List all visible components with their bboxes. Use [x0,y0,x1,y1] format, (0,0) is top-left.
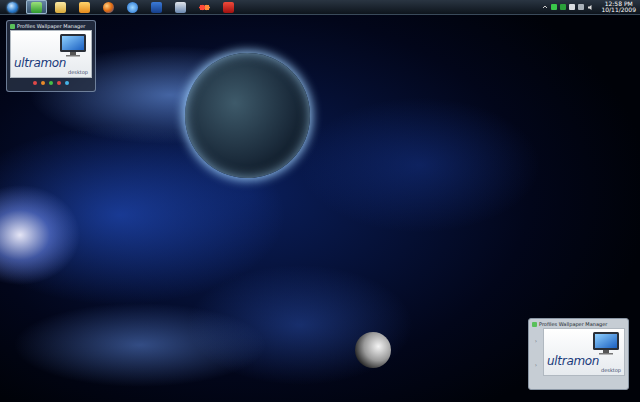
logo-sub: desktop [68,69,88,75]
network-icon[interactable] [551,4,557,10]
monitor-icon [58,33,88,57]
nav-arrow[interactable]: › [535,337,537,344]
clock[interactable]: 12:58 PM10/11/2009 [597,1,636,14]
profile-dot[interactable] [33,81,37,85]
show-hidden-icon[interactable] [542,4,548,10]
app-icon [199,2,210,13]
volume-icon[interactable] [587,4,594,11]
battery-icon[interactable] [578,4,584,10]
flag-icon[interactable] [569,4,575,10]
ultramon-logo: ultramondesktop [543,328,625,376]
taskbar-button[interactable] [26,0,47,14]
profile-dot[interactable] [41,81,45,85]
gadget-title: Profiles Wallpaper Manager [539,321,607,328]
app-icon [175,2,186,13]
logo-brand: ultramon [14,57,66,69]
taskbar-button[interactable] [218,0,239,14]
taskbar-button[interactable] [146,0,167,14]
profile-dot[interactable] [49,81,53,85]
app-icon [55,2,66,13]
planet-image [185,53,310,178]
app-icon [79,2,90,13]
gadget-app-icon [10,24,15,29]
profile-dot[interactable] [57,81,61,85]
taskbar: 12:58 PM10/11/2009 [0,0,640,15]
app-icon [31,2,42,13]
nav-arrow[interactable]: › [535,361,537,368]
app-tray-icon[interactable] [560,4,566,10]
app-icon [7,2,18,13]
app-icon [223,2,234,13]
desktop-screen: 12:58 PM10/11/2009 Profiles Wallpaper Man… [0,0,640,402]
nav-column: ›› [532,328,540,376]
profile-dots [10,78,92,85]
taskbar-button[interactable] [194,0,215,14]
wallpaper: Profiles Wallpaper Managerultramondeskto… [0,15,640,402]
taskbar-button[interactable] [50,0,71,14]
taskbar-button[interactable] [170,0,191,14]
gadget-title-bar[interactable]: Profiles Wallpaper Manager [10,22,92,30]
gadget-title-bar[interactable]: Profiles Wallpaper Manager [532,320,625,328]
app-icon [151,2,162,13]
monitor-icon [591,331,621,355]
wallpaper-gadget[interactable]: Profiles Wallpaper Manager››ultramondesk… [528,318,629,390]
logo-brand: ultramon [547,355,599,367]
app-icon [103,2,114,13]
app-icon [127,2,138,13]
wallpaper-gadget[interactable]: Profiles Wallpaper Managerultramondeskto… [6,20,96,92]
taskbar-button[interactable] [2,0,23,14]
taskbar-button[interactable] [74,0,95,14]
taskbar-button[interactable] [98,0,119,14]
gadget-title: Profiles Wallpaper Manager [17,23,85,30]
system-tray: 12:58 PM10/11/2009 [542,1,636,14]
clock-date: 10/11/2009 [601,7,636,14]
moon-image [355,332,391,368]
ultramon-logo: ultramondesktop [10,30,92,78]
profile-dot[interactable] [65,81,69,85]
taskbar-button[interactable] [122,0,143,14]
logo-sub: desktop [601,367,621,373]
gadget-app-icon [532,322,537,327]
